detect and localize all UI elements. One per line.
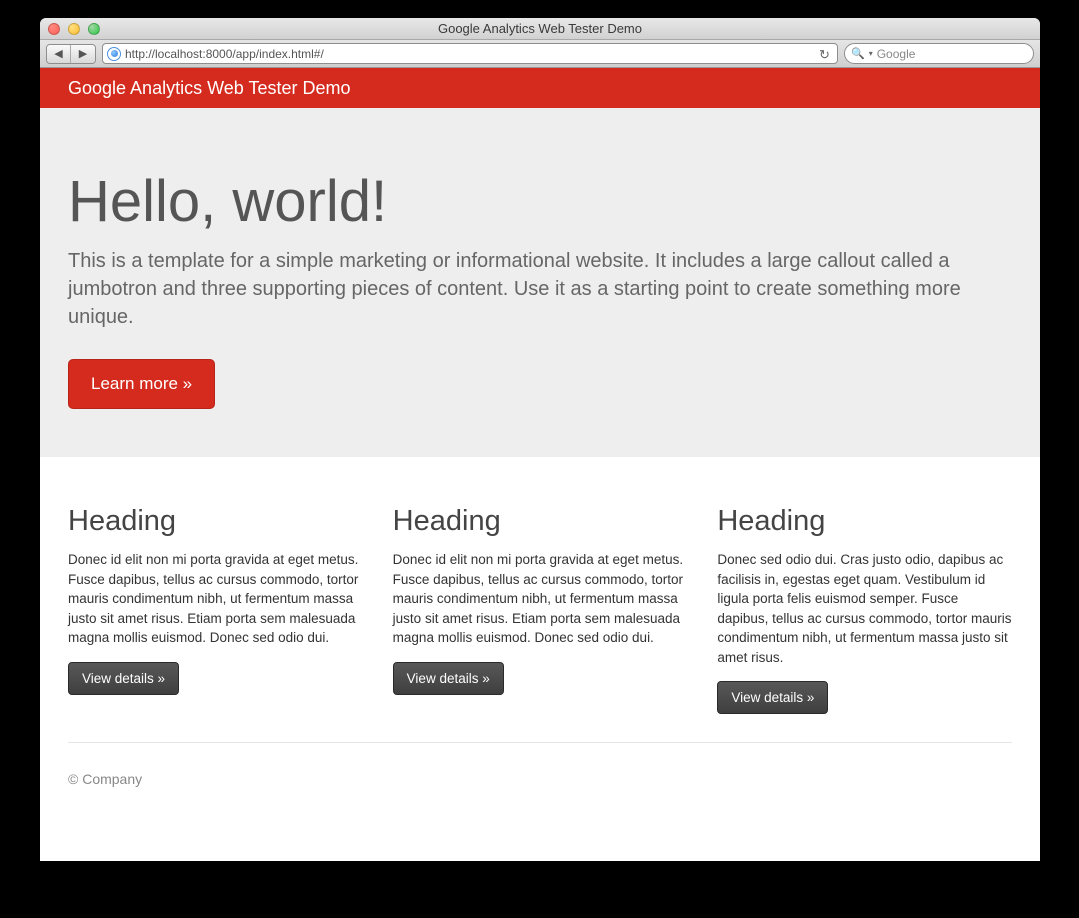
forward-button[interactable]: ▶ [71, 45, 95, 63]
column-heading: Heading [68, 505, 363, 538]
close-window-button[interactable] [48, 23, 60, 35]
site-navbar: Google Analytics Web Tester Demo [40, 68, 1040, 108]
reload-icon[interactable]: ↻ [819, 47, 833, 61]
copyright-text: © Company [68, 771, 142, 787]
column-text: Donec sed odio dui. Cras justo odio, dap… [717, 550, 1012, 667]
window-title: Google Analytics Web Tester Demo [40, 21, 1040, 36]
column-text: Donec id elit non mi porta gravida at eg… [393, 550, 688, 648]
column-1: Heading Donec id elit non mi porta gravi… [68, 505, 363, 714]
footer: © Company [40, 743, 1040, 815]
browser-toolbar: ◀ ▶ http://localhost:8000/app/index.html… [40, 40, 1040, 68]
search-placeholder: Google [877, 47, 916, 61]
navbar-brand[interactable]: Google Analytics Web Tester Demo [68, 78, 350, 99]
column-2: Heading Donec id elit non mi porta gravi… [393, 505, 688, 714]
view-details-button[interactable]: View details » [393, 662, 504, 695]
column-heading: Heading [393, 505, 688, 538]
column-3: Heading Donec sed odio dui. Cras justo o… [717, 505, 1012, 714]
back-button[interactable]: ◀ [47, 45, 71, 63]
zoom-window-button[interactable] [88, 23, 100, 35]
nav-buttons: ◀ ▶ [46, 44, 96, 64]
search-bar[interactable]: 🔍 ▾ Google [844, 43, 1034, 64]
minimize-window-button[interactable] [68, 23, 80, 35]
jumbotron: Hello, world! This is a template for a s… [40, 108, 1040, 457]
content-container: Heading Donec id elit non mi porta gravi… [40, 457, 1040, 743]
url-bar[interactable]: http://localhost:8000/app/index.html#/ ↻ [102, 43, 838, 64]
learn-more-button[interactable]: Learn more » [68, 359, 215, 409]
page-viewport: Google Analytics Web Tester Demo Hello, … [40, 68, 1040, 861]
view-details-button[interactable]: View details » [717, 681, 828, 714]
columns-row: Heading Donec id elit non mi porta gravi… [68, 457, 1012, 743]
chevron-down-icon: ▾ [869, 49, 873, 58]
titlebar: Google Analytics Web Tester Demo [40, 18, 1040, 40]
column-heading: Heading [717, 505, 1012, 538]
column-text: Donec id elit non mi porta gravida at eg… [68, 550, 363, 648]
browser-window: Google Analytics Web Tester Demo ◀ ▶ htt… [40, 18, 1040, 861]
url-text: http://localhost:8000/app/index.html#/ [125, 47, 815, 61]
jumbotron-title: Hello, world! [68, 168, 1012, 235]
traffic-lights [40, 23, 100, 35]
favicon-icon [107, 47, 121, 61]
jumbotron-lead: This is a template for a simple marketin… [68, 247, 1012, 331]
view-details-button[interactable]: View details » [68, 662, 179, 695]
search-icon: 🔍 [851, 47, 865, 60]
